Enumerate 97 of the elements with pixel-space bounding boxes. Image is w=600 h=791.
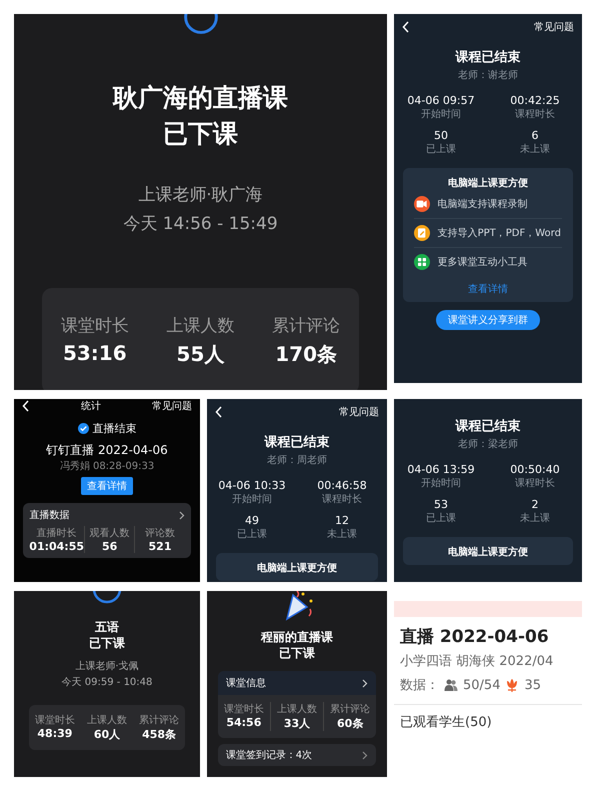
promo-title: 电脑端上课更方便 (448, 545, 528, 559)
checkin-row[interactable]: 课堂签到记录：4次 (218, 744, 376, 766)
status-title: 课程已结束 (456, 418, 520, 435)
stat-value: 01:04:55 (29, 540, 84, 553)
stat-label: 直播时长 (36, 526, 77, 540)
teacher-name: 上课老师·戈佩 (75, 660, 139, 674)
people-icon (444, 678, 458, 692)
stat-value: 04-06 10:33 (218, 479, 286, 492)
stat-label: 课程时长 (515, 476, 555, 490)
stat-value: 458条 (142, 727, 176, 742)
faq-link[interactable]: 常见问题 (152, 399, 192, 413)
stat-value: 56 (102, 540, 118, 553)
feature-text: 更多课堂互动小工具 (438, 256, 528, 269)
stat-label: 上课人数 (86, 714, 127, 728)
stat-label: 课程时长 (322, 492, 362, 506)
stat-label: 已上课 (426, 512, 456, 525)
stat-value: 521 (148, 540, 172, 553)
chevron-icon (362, 750, 368, 760)
stat-value: 49 (245, 514, 259, 527)
stat-value: 170条 (275, 341, 338, 368)
course-title: 程丽的直播课 (261, 629, 333, 646)
stat-label: 观看人数 (90, 526, 130, 540)
stat-value: 00:50:40 (510, 463, 560, 476)
feature-text: 电脑端支持课程录制 (438, 198, 528, 211)
stat-label: 上课人数 (166, 315, 234, 337)
teacher-name: 老师：梁老师 (458, 438, 518, 451)
stat-label: 上课人数 (276, 702, 317, 716)
stat-value: 33人 (284, 716, 310, 732)
status-title: 课程已结束 (456, 49, 520, 66)
stat-value: 12 (335, 514, 349, 527)
stat-label: 课堂时长 (34, 714, 75, 728)
stat-label: 开始时间 (420, 476, 461, 490)
class-time: 今天 09:59 - 10:48 (62, 676, 152, 690)
nav-title: 统计 (81, 400, 101, 413)
class-info: 小学四语 胡海侠 2022/04 (400, 653, 554, 670)
stat-value: 48:39 (37, 727, 72, 740)
stat-value: 50 (434, 129, 448, 142)
teacher-name: 老师：周老师 (267, 454, 327, 467)
course-title: 已下课 (163, 118, 238, 150)
back-icon[interactable] (215, 406, 223, 418)
data-label: 数据： (400, 677, 439, 694)
status-title: 课程已结束 (264, 434, 330, 451)
stat-value: 54:56 (226, 716, 262, 730)
promo-title: 电脑端上课更方便 (257, 561, 337, 575)
course-title: 五语 (95, 619, 119, 636)
stat-value: 53 (434, 498, 448, 511)
stat-label: 开始时间 (420, 108, 461, 121)
stat-label: 课程时长 (515, 108, 555, 121)
stat-value: 60条 (336, 716, 364, 732)
promo-title: 电脑端上课更方便 (448, 176, 528, 190)
faq-link[interactable]: 常见问题 (339, 405, 379, 419)
live-title: 钉钉直播 2022-04-06 (46, 442, 168, 459)
stat-value: 00:42:25 (510, 94, 560, 107)
faq-link[interactable]: 常见问题 (534, 20, 574, 34)
flower-count: 35 (524, 678, 542, 692)
class-time: 今天 14:56 - 15:49 (123, 213, 278, 236)
chevron-icon[interactable] (362, 678, 368, 688)
section-title: 直播数据 (29, 508, 70, 522)
teacher-name: 上课老师·耿广海 (138, 184, 263, 206)
flower-icon (505, 678, 520, 692)
stat-label: 未上课 (327, 528, 357, 541)
back-icon[interactable] (402, 21, 410, 33)
stat-label: 已上课 (237, 528, 267, 541)
stat-label: 课堂时长 (60, 315, 129, 337)
stat-label: 评论数 (145, 527, 176, 540)
stat-label: 累计评论 (139, 714, 180, 728)
stat-label: 课堂时长 (224, 702, 264, 716)
stat-value: 55人 (176, 341, 224, 368)
teacher-name: 老师：谢老师 (458, 68, 518, 82)
check-icon (78, 423, 88, 434)
stat-value: 60人 (94, 727, 120, 742)
course-title: 耿广海的直播课 (113, 82, 288, 114)
stat-value: 53:16 (62, 341, 127, 365)
course-title: 已下课 (279, 645, 315, 662)
stat-label: 已上课 (426, 142, 456, 156)
stat-label: 未上课 (520, 512, 550, 525)
stat-value: 04-06 09:57 (407, 94, 475, 107)
attendance-count: 50/54 (463, 678, 500, 692)
details-link[interactable]: 查看详情 (468, 282, 508, 296)
feature-text: 支持导入PPT，PDF，Word (438, 226, 561, 240)
live-status: 直播结束 (92, 421, 136, 436)
stat-label: 累计评论 (272, 315, 340, 337)
viewers-heading: 已观看学生(50) (400, 714, 493, 731)
stat-label: 未上课 (520, 142, 550, 156)
stat-label: 累计评论 (330, 702, 370, 716)
section-title: 课堂信息 (226, 676, 266, 690)
live-title: 直播 2022-04-06 (400, 626, 550, 648)
stat-value: 04-06 13:59 (407, 463, 475, 476)
course-title: 已下课 (89, 635, 125, 652)
chevron-icon[interactable] (178, 510, 185, 520)
stat-value: 6 (532, 129, 538, 142)
stat-value: 00:46:58 (317, 479, 367, 492)
checkin-text: 课堂签到记录：4次 (226, 748, 312, 762)
stat-label: 开始时间 (232, 492, 272, 506)
stat-value: 2 (532, 498, 538, 511)
host-time: 冯秀娟 08:28-09:33 (60, 460, 154, 473)
back-icon[interactable] (22, 400, 30, 412)
